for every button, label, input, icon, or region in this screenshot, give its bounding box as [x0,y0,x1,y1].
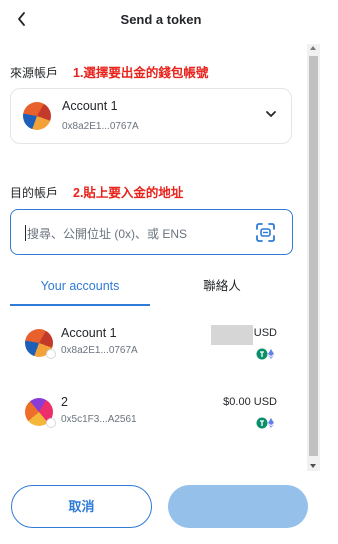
scroll-thumb[interactable] [309,56,318,456]
scroll-down-arrow-icon[interactable] [310,464,316,468]
page-title: Send a token [120,12,202,27]
from-account-address: 0x8a2E1...0767A [62,121,139,132]
recipient-placeholder: 搜尋、公開位址 (0x)、或 ENS [27,227,188,241]
chevron-down-icon[interactable] [265,109,277,119]
redacted-balance [211,325,253,345]
scroll-up-arrow-icon[interactable] [310,46,316,50]
account-currency: USD [253,327,277,339]
network-badge-icon [46,418,56,428]
account-avatar [23,102,51,130]
account-name: Account 1 [61,326,117,340]
from-annotation: 1.選擇要出金的錢包帳號 [73,66,209,80]
token-icons [256,348,274,360]
account-row-1[interactable]: Account 1 0x8a2E1...0767A USD [10,321,300,371]
network-badge-icon [46,349,56,359]
scrollbar[interactable] [307,44,320,471]
account-balance: $0.00 USD [223,396,277,408]
tab-contacts[interactable]: 聯絡人 [152,272,292,306]
tab-your-accounts[interactable]: Your accounts [10,272,150,306]
token-icons [256,417,274,429]
from-account-label: 來源帳戶 [10,66,59,80]
account-address: 0x8a2E1...0767A [61,345,138,356]
from-account-name: Account 1 [62,99,118,113]
text-caret [25,225,26,241]
next-button[interactable] [168,485,308,528]
account-row-2[interactable]: 2 0x5c1F3...A2561 $0.00 USD [10,390,300,440]
cancel-button[interactable]: 取消 [11,485,152,528]
header: Send a token [0,0,338,40]
balance-currency: USD [253,396,277,408]
to-account-label: 目的帳戶 [10,186,59,200]
from-account-selector[interactable]: Account 1 0x8a2E1...0767A [10,88,292,144]
account-name: 2 [61,395,68,409]
account-address: 0x5c1F3...A2561 [61,414,137,425]
balance-value: $0.00 [223,396,251,408]
recipient-search-input[interactable]: 搜尋、公開位址 (0x)、或 ENS [10,209,293,255]
qr-scan-icon[interactable] [256,223,275,242]
to-annotation: 2.貼上要入金的地址 [73,186,184,200]
